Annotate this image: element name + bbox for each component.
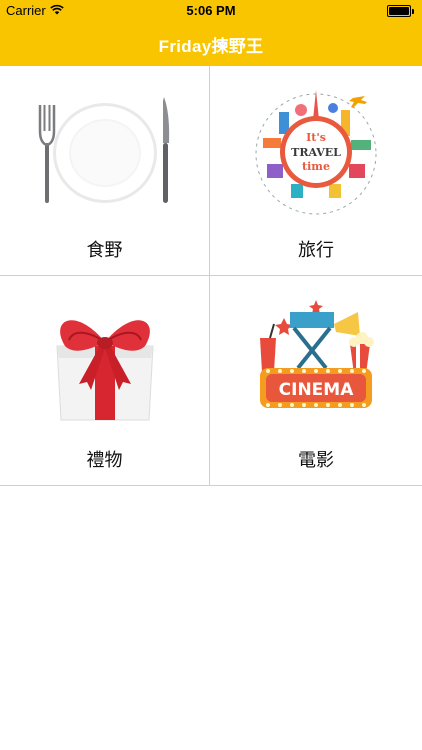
tile-movie[interactable]: CINEMA 電影: [210, 276, 422, 486]
cinema-art-text: CINEMA: [279, 380, 355, 400]
travel-art-its: It's: [306, 131, 326, 144]
tile-label-movie: 電影: [298, 450, 334, 470]
tile-travel[interactable]: It's TRAVEL time 旅行: [210, 66, 422, 276]
travel-art-travel: TRAVEL: [291, 146, 341, 159]
travel-art-time: time: [302, 160, 330, 173]
battery-icon: [387, 5, 414, 17]
status-time: 5:06 PM: [186, 3, 236, 18]
navigation-bar: Friday揀野王: [0, 22, 422, 66]
category-grid: 食野 It's TRAVEL time 旅行 禮物 CINEMA 電影: [0, 66, 422, 487]
cinema-icon: CINEMA: [210, 296, 422, 426]
plate-cutlery-icon: [0, 86, 209, 216]
tile-food[interactable]: 食野: [0, 66, 210, 276]
tile-label-gift: 禮物: [86, 450, 123, 470]
page-title: Friday揀野王: [158, 36, 264, 56]
gift-box-icon: [0, 296, 209, 426]
tile-gift[interactable]: 禮物: [0, 276, 210, 486]
tile-label-travel: 旅行: [298, 240, 334, 260]
tile-label-food: 食野: [86, 240, 123, 260]
status-bar: Carrier 5:06 PM: [0, 0, 422, 22]
travel-globe-icon: It's TRAVEL time: [210, 86, 422, 216]
